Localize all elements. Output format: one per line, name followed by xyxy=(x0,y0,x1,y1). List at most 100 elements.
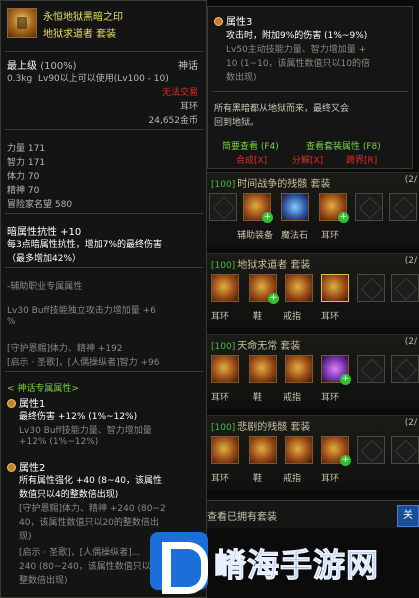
level-requirement: Lv90以上可以使用(Lv100 - 10) xyxy=(37,74,169,84)
add-icon: + xyxy=(338,212,349,223)
stat-row: 精神 70 xyxy=(7,186,40,196)
attr2-line: 现) xyxy=(19,532,32,542)
equipment-slot[interactable]: + xyxy=(243,193,273,223)
set-title: [100] 时间战争的残骸 套装 xyxy=(211,179,331,190)
slot-label: 辅助装备 xyxy=(237,231,274,241)
equipment-slot[interactable] xyxy=(211,436,239,464)
slot-type: 耳环 xyxy=(179,102,198,112)
add-icon: + xyxy=(262,212,273,223)
slot-label: 戒指 xyxy=(283,474,302,484)
empty-slot[interactable] xyxy=(389,193,417,221)
trade-status: 无法交易 xyxy=(161,88,198,98)
slot-label: 鞋 xyxy=(253,393,263,403)
set-row[interactable]: [100] 地狱求道者 套装 (2/ + 耳环 鞋 戒指 耳环 xyxy=(207,253,419,328)
empty-slot[interactable] xyxy=(391,436,419,464)
empty-slot[interactable] xyxy=(357,274,385,302)
grade-row: 最上级 (100%) xyxy=(7,57,77,72)
price: 24,652金币 xyxy=(148,116,199,126)
stat-row: 体力 70 xyxy=(7,172,40,182)
empty-slot[interactable] xyxy=(355,193,383,221)
empty-slot[interactable] xyxy=(209,193,237,221)
attr1-title: 属性1 xyxy=(7,395,45,410)
equipment-slot[interactable] xyxy=(211,355,239,383)
equipment-slot[interactable] xyxy=(285,436,313,464)
buff-line: [守护恩赐]体力、精神 +192 xyxy=(7,344,123,354)
equipment-slot[interactable]: + xyxy=(321,436,351,466)
attr2-line: [守护恩赐]体力、精神 +240 (80~2 xyxy=(19,504,166,514)
item-name: 永恒地狱黑暗之印 xyxy=(43,12,123,23)
equipment-slot[interactable] xyxy=(211,274,239,302)
tooltip-header: 永恒地狱黑暗之印 地狱求道者 套装 xyxy=(3,4,205,46)
empty-slot[interactable] xyxy=(357,355,385,383)
empty-slot[interactable] xyxy=(357,436,385,464)
equipment-slot[interactable] xyxy=(249,355,277,383)
equipment-slot[interactable]: + xyxy=(249,274,279,304)
slot-label: 鞋 xyxy=(253,474,263,484)
set-title: [100] 悲剧的残骸 套装 xyxy=(211,422,311,433)
slot-label: 耳环 xyxy=(321,474,340,484)
attr2-line: [启示 · 圣歌]，[人偶操纵者]... xyxy=(19,548,141,558)
attr1-line: 最终伤害 +12% (1%~12%) xyxy=(19,412,138,422)
empty-slot[interactable] xyxy=(391,355,419,383)
equipment-slot[interactable] xyxy=(281,193,309,221)
divider xyxy=(5,213,203,214)
attr3-title: 属性3 xyxy=(214,13,252,28)
equipment-slot[interactable]: + xyxy=(319,193,349,223)
buff-line: Lv30 Buff技能独立攻击力增加量 +6 xyxy=(7,306,156,316)
attr1-line: Lv30 Buff技能力量、智力增加量 xyxy=(19,426,152,436)
attr-bullet-icon xyxy=(7,463,16,472)
dark-resistance: 暗属性抗性 +10 xyxy=(7,227,82,238)
flavor-text: 所有黑暗都从地狱而来，最终又会 xyxy=(214,104,350,114)
divider xyxy=(5,267,203,268)
item-set-name: 地狱求道者 套装 xyxy=(43,29,117,40)
set-row[interactable]: [100] 悲剧的残骸 套装 (2/ + 耳环 鞋 戒指 耳环 xyxy=(207,415,419,490)
set-panel: 属性3 攻击时，附加9%的伤害 (1%~9%) Lv50主动技能力量、智力增加量… xyxy=(207,0,419,598)
item-tooltip: 永恒地狱黑暗之印 地狱求道者 套装 最上级 (100%) 神话 0.3kg Lv… xyxy=(0,0,207,598)
attr3-line: Lv50主动技能力量、智力增加量 + xyxy=(226,45,367,55)
slot-label: 耳环 xyxy=(211,312,230,322)
stat-row: 力量 171 xyxy=(7,144,46,154)
dark-desc: 每3点暗属性抗性，增加7%的最终伤害 xyxy=(7,240,163,250)
set-row[interactable]: [100] 天命无常 套装 (2/ + 耳环 鞋 戒指 耳环 xyxy=(207,334,419,409)
equipment-slot-selected[interactable] xyxy=(321,274,349,302)
equipment-slot[interactable] xyxy=(285,274,313,302)
set-title: [100] 地狱求道者 套装 xyxy=(211,260,311,271)
slot-label: 耳环 xyxy=(321,312,340,322)
slot-label: 鞋 xyxy=(253,312,263,322)
divider xyxy=(5,371,203,372)
attr2-title: 属性2 xyxy=(7,459,45,474)
attr3-line: 攻击时，附加9%的伤害 (1%~9%) xyxy=(226,31,368,41)
buff-line: [启示 · 圣歌]，[人偶操纵者]智力 +96 xyxy=(7,358,160,368)
empty-slot[interactable] xyxy=(391,274,419,302)
equipment-slot[interactable] xyxy=(285,355,313,383)
divider xyxy=(5,129,203,130)
equipment-slot[interactable] xyxy=(249,436,277,464)
job-header: -辅助职业专属属性 xyxy=(7,282,83,292)
synthesize-button[interactable]: 合成[X] xyxy=(236,153,267,166)
attr1-line: +12% (1%~12%) xyxy=(19,437,99,447)
buff-line: % xyxy=(7,317,16,327)
equipment-slot[interactable]: + xyxy=(321,355,351,385)
attr-bullet-icon xyxy=(7,399,16,408)
disassemble-button[interactable]: 分解[X] xyxy=(292,153,323,166)
close-button[interactable]: 关 xyxy=(397,505,419,527)
weight: 0.3kg xyxy=(7,74,33,84)
brief-view-link[interactable]: 简要查看 (F4) xyxy=(222,139,279,152)
crossover-button[interactable]: 跨界[R] xyxy=(346,153,377,166)
slot-label: 耳环 xyxy=(211,393,230,403)
stat-row: 冒险家名望 580 xyxy=(7,200,73,210)
rarity: 神话 xyxy=(178,61,198,72)
owned-sets-link[interactable]: 查看已拥有套装 xyxy=(207,508,277,523)
set-attributes-link[interactable]: 查看套装属性 (F8) xyxy=(306,139,381,152)
attr2-line: 240 (80~240，该属性数值只以... xyxy=(19,562,160,572)
inherit-header: < 神话专属属性> xyxy=(7,384,79,394)
attr2-line: 数值只以4的整数倍出现) xyxy=(19,490,119,500)
set-row[interactable]: [100] 时间战争的残骸 套装 (2/ + + 辅助装备 魔法石 耳环 xyxy=(207,172,419,247)
add-icon: + xyxy=(340,455,351,466)
attr2-line: 所有属性强化 +40 (8~40，该属性 xyxy=(19,476,162,486)
watermark: 嵴海手游网 xyxy=(150,532,419,594)
divider xyxy=(212,91,408,92)
attr3-line: 数出现) xyxy=(226,73,257,83)
attr3-line: 10 (1~10，该属性数值只以10的倍 xyxy=(226,59,370,69)
tooltip-continuation: 属性3 攻击时，附加9%的伤害 (1%~9%) Lv50主动技能力量、智力增加量… xyxy=(207,6,413,169)
